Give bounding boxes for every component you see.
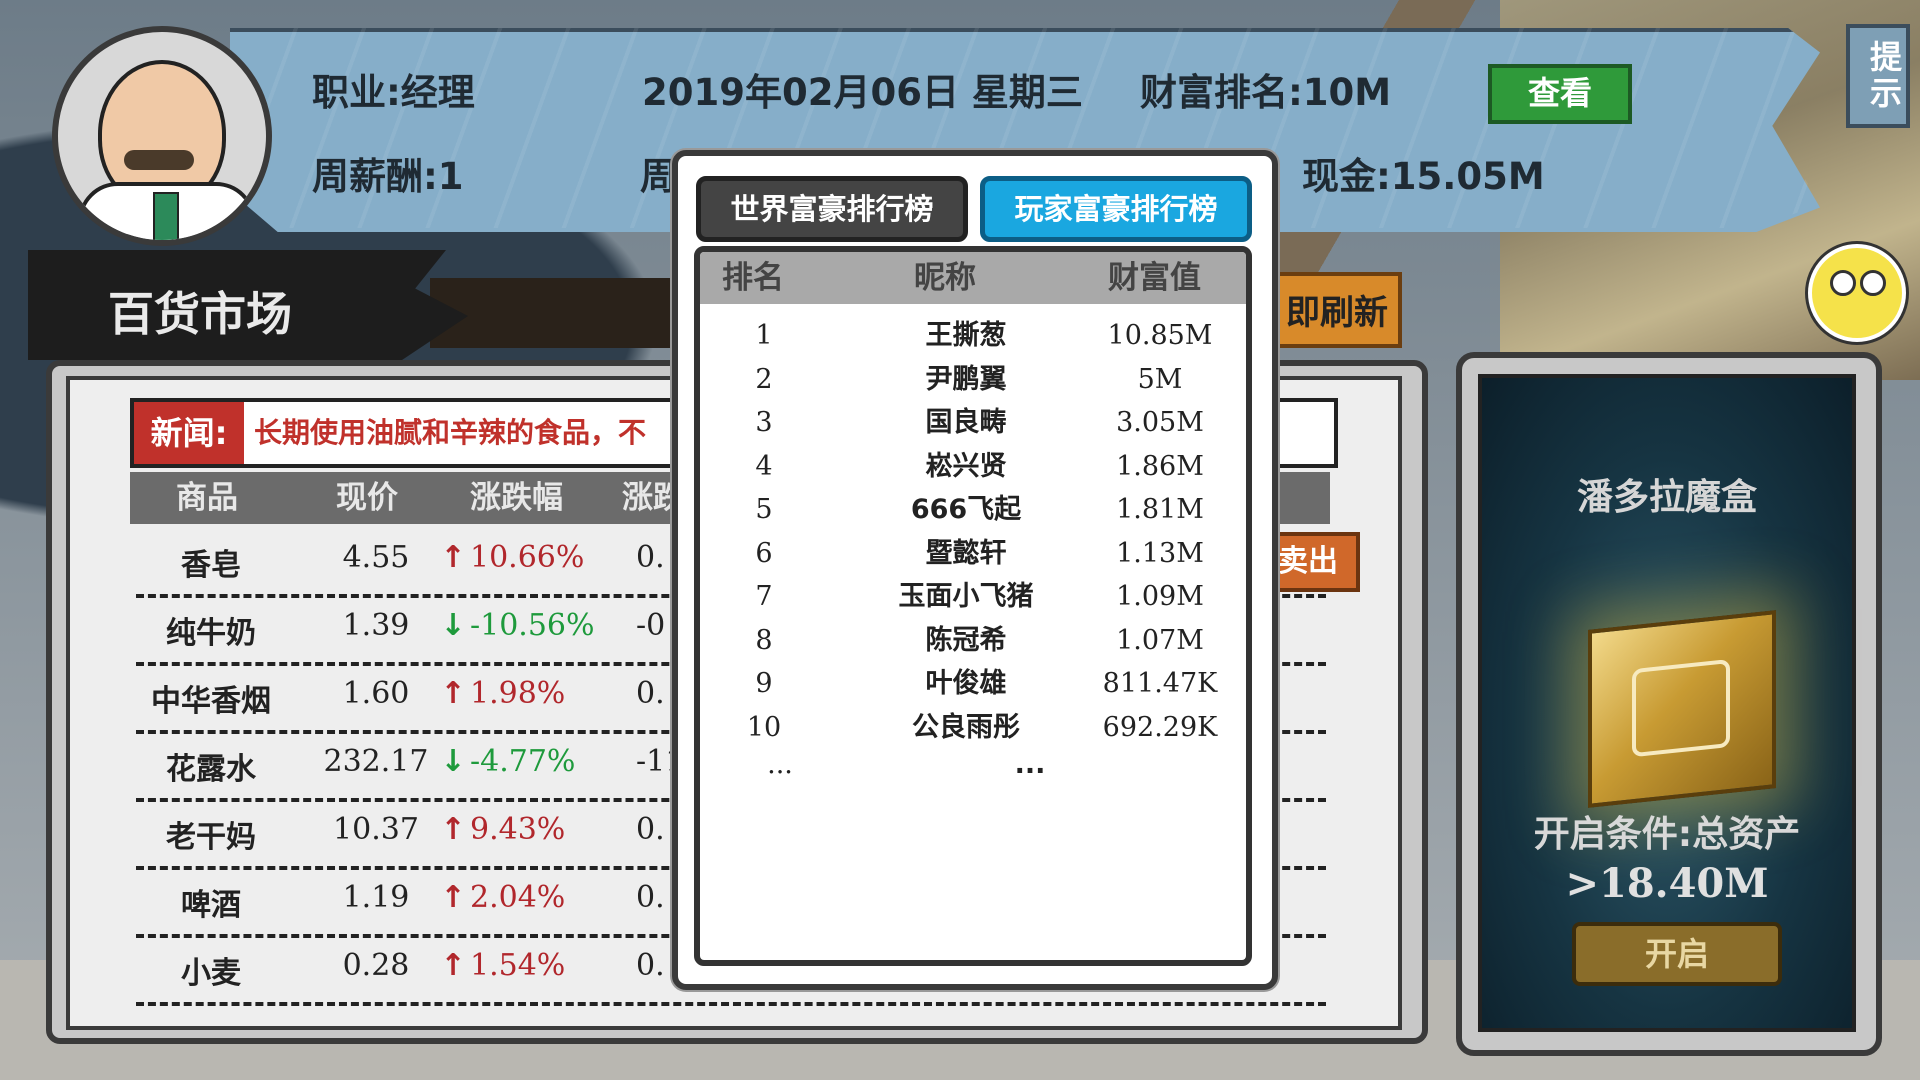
ellipsis-rank: ...	[767, 749, 793, 780]
leaderboard-row: 8 陈冠希 1.07M	[700, 619, 1246, 662]
leaderboard-row: 4 崧兴贤 1.86M	[700, 445, 1246, 488]
wealth-rank-label: 财富排名:10M	[1140, 71, 1392, 114]
leaderboard-row: 1 王撕葱 10.85M	[700, 314, 1246, 357]
arrow-up-icon: ↑	[440, 540, 466, 575]
nickname-cell: 王撕葱	[925, 320, 1007, 351]
cash-label: 现金:15.05M	[1302, 155, 1545, 198]
wealth-cell: 10.85M	[1107, 320, 1213, 351]
pandora-condition-value: >18.40M	[1565, 860, 1769, 907]
rank-cell: 4	[755, 450, 773, 482]
goods-change-pct: 10.66%	[470, 540, 585, 575]
col-goods: 商品	[176, 480, 238, 516]
rank-cell: 9	[755, 668, 773, 699]
goods-price: 4.55	[342, 540, 410, 575]
wealth-cell: 1.09M	[1116, 581, 1204, 612]
arrow-up-icon: ↑	[440, 880, 466, 915]
leaderboard-row: 2 尹鹏翼 5M	[700, 358, 1246, 401]
goods-change-pct: -4.77%	[470, 744, 576, 779]
goods-price: 10.37	[333, 812, 419, 847]
leaderboard-row: 9 叶俊雄 811.47K	[700, 662, 1246, 705]
view-button[interactable]: 查看	[1488, 64, 1632, 124]
nickname-cell: 崧兴贤	[925, 450, 1007, 482]
goods-name: 纯牛奶	[166, 616, 256, 651]
wealth-cell: 1.81M	[1116, 494, 1204, 525]
col-nickname: 昵称	[914, 260, 976, 296]
goods-price: 1.19	[342, 880, 410, 915]
wealth-cell: 1.13M	[1116, 537, 1204, 569]
goods-name: 小麦	[181, 956, 241, 991]
player-avatar[interactable]	[52, 26, 272, 246]
nickname-cell: 666飞起	[910, 494, 1022, 525]
col-price: 现价	[336, 480, 398, 516]
wealth-cell: 5M	[1137, 363, 1183, 395]
tab-player-rich-list[interactable]: 玩家富豪排行榜	[980, 176, 1252, 242]
leaderboard-header: 排名 昵称 财富值	[700, 252, 1246, 304]
leaderboard-table: 排名 昵称 财富值 1 王撕葱 10.85M 2 尹鹏翼 5M 3 国良畴 3.05M 4 崧兴贤 1…	[694, 246, 1252, 966]
rank-cell: 5	[755, 494, 773, 525]
market-title-banner: 百货市场	[28, 250, 468, 360]
spongebob-icon[interactable]	[1808, 244, 1906, 342]
nickname-cell: 尹鹏翼	[925, 363, 1007, 395]
goods-price: 232.17	[323, 744, 429, 779]
wealth-cell: 3.05M	[1116, 407, 1204, 438]
refresh-button[interactable]: 即刷新	[1262, 272, 1402, 348]
weekly-salary-label: 周薪酬:1	[312, 155, 464, 198]
goods-change-pct: 1.54%	[470, 948, 566, 983]
goods-change-pct: 9.43%	[470, 812, 566, 847]
arrow-up-icon: ↑	[440, 676, 466, 711]
col-wealth: 财富值	[1108, 260, 1201, 296]
date-label: 2019年02月06日 星期三	[642, 71, 1083, 114]
goods-change-pct: -10.56%	[470, 608, 595, 643]
market-title: 百货市场	[108, 287, 292, 341]
wealth-cell: 1.07M	[1116, 624, 1204, 656]
goods-name: 中华香烟	[151, 684, 271, 719]
leaderboard-row: 7 玉面小飞猪 1.09M	[700, 575, 1246, 618]
rank-cell: 3	[755, 407, 773, 438]
goods-change-pct: 2.04%	[470, 880, 566, 915]
rank-cell: 1	[755, 320, 773, 351]
leaderboard-row: 5 666飞起 1.81M	[700, 488, 1246, 531]
leaderboard-row: 6 暨懿轩 1.13M	[700, 532, 1246, 575]
tab-world-rich-list[interactable]: 世界富豪排行榜	[696, 176, 968, 242]
job-label: 职业:经理	[312, 71, 475, 114]
arrow-down-icon: ↓	[440, 608, 466, 643]
rank-cell: 8	[755, 624, 773, 656]
nickname-cell: 国良畴	[925, 407, 1007, 438]
nickname-cell: 叶俊雄	[925, 668, 1007, 699]
col-rank: 排名	[722, 260, 784, 296]
rank-cell: 7	[755, 581, 773, 612]
col-change-pct: 涨跌幅	[470, 480, 563, 516]
nickname-cell: 玉面小飞猪	[898, 581, 1034, 612]
hint-button[interactable]: 提示	[1846, 24, 1910, 128]
goods-name: 啤酒	[181, 888, 241, 923]
news-text: 长期使用油腻和辛辣的食品，不	[254, 416, 647, 449]
leaderboard-ellipsis-row: ......	[700, 743, 1246, 786]
nickname-cell: 陈冠希	[925, 624, 1007, 656]
pandora-condition: 开启条件:总资产	[1533, 814, 1801, 855]
goods-price: 1.39	[342, 608, 410, 643]
wealth-cell: 1.86M	[1116, 450, 1204, 482]
goods-name: 香皂	[181, 548, 241, 583]
avatar-mustache	[124, 150, 194, 170]
goods-change-pct: 1.98%	[470, 676, 566, 711]
pandora-title: 潘多拉魔盒	[1576, 477, 1757, 518]
pandora-box-icon	[1588, 610, 1776, 808]
nickname-cell: 暨懿轩	[925, 537, 1007, 569]
avatar-tie	[153, 192, 179, 240]
goods-price: 0.28	[342, 948, 410, 983]
open-button[interactable]: 开启	[1572, 922, 1782, 986]
ellipsis-name: ...	[1014, 749, 1046, 780]
rank-cell: 2	[755, 363, 773, 395]
leaderboard-row: 3 国良畴 3.05M	[700, 401, 1246, 444]
goods-price: 1.60	[342, 676, 410, 711]
arrow-up-icon: ↑	[440, 812, 466, 847]
wealth-cell: 811.47K	[1102, 668, 1218, 699]
rank-cell: 6	[755, 537, 773, 569]
news-label: 新闻:	[134, 402, 244, 464]
goods-name: 老干妈	[166, 820, 256, 855]
goods-name: 花露水	[166, 752, 256, 787]
arrow-down-icon: ↓	[440, 744, 466, 779]
arrow-up-icon: ↑	[440, 948, 466, 983]
